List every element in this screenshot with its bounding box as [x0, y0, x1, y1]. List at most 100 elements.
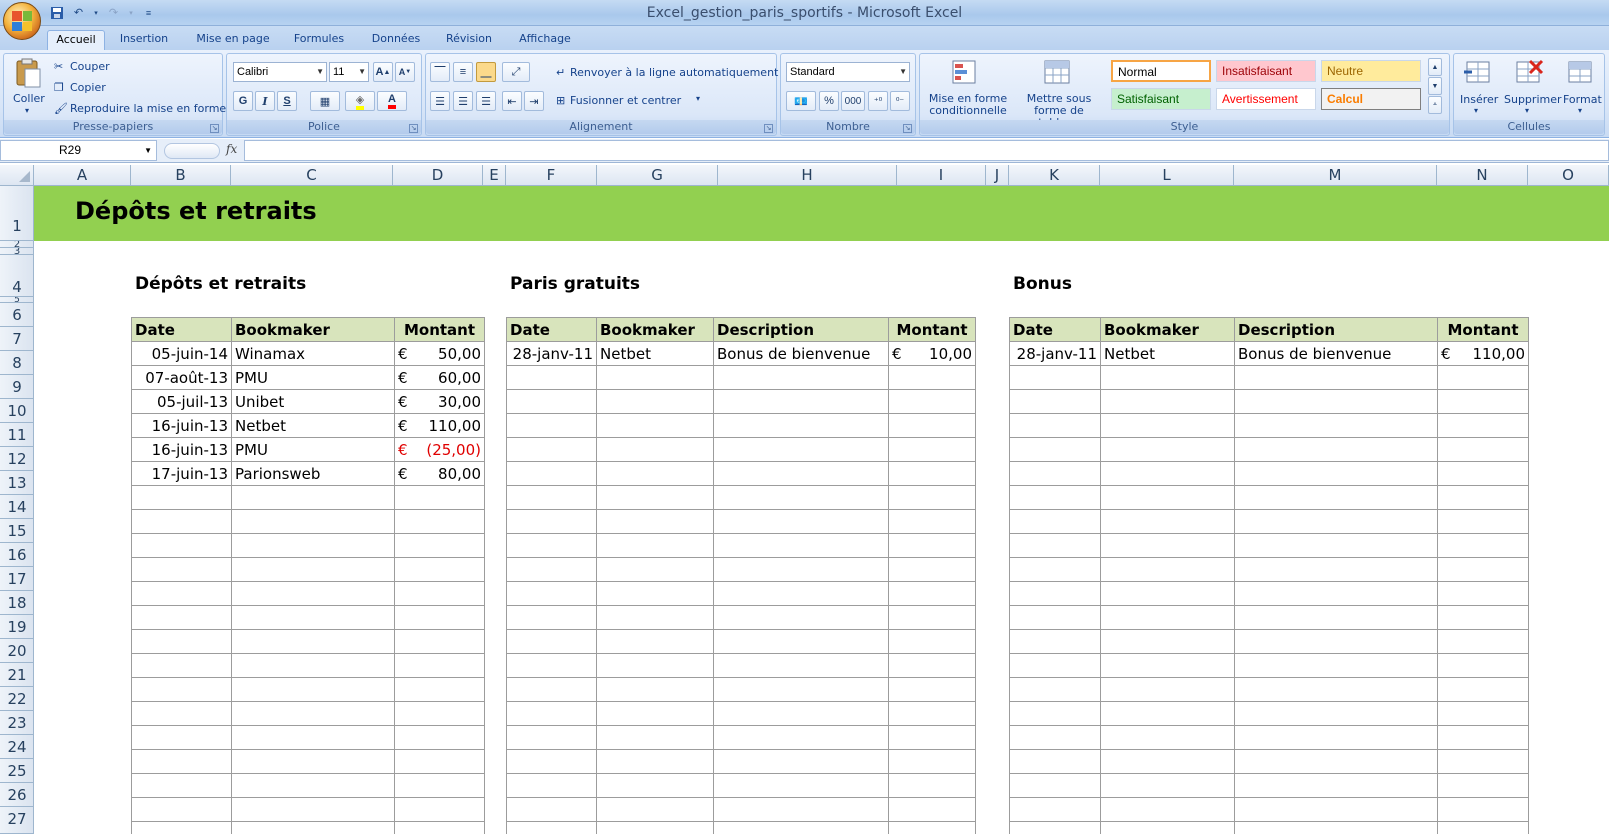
empty-cell[interactable]: [131, 629, 232, 654]
amount-cell[interactable]: €10,00: [888, 341, 976, 366]
empty-cell[interactable]: [1437, 557, 1529, 582]
amount-cell[interactable]: €80,00: [394, 461, 485, 486]
empty-cell[interactable]: [1437, 533, 1529, 558]
empty-cell[interactable]: [713, 533, 889, 558]
empty-cell[interactable]: [506, 437, 597, 462]
empty-cell[interactable]: [1009, 533, 1101, 558]
empty-cell[interactable]: [1234, 821, 1438, 834]
row-header[interactable]: 2: [0, 241, 34, 248]
empty-cell[interactable]: [231, 725, 395, 750]
empty-cell[interactable]: [1100, 773, 1235, 798]
empty-cell[interactable]: [1009, 653, 1101, 678]
empty-cell[interactable]: [1100, 701, 1235, 726]
empty-cell[interactable]: [888, 437, 976, 462]
empty-cell[interactable]: [131, 581, 232, 606]
header-description[interactable]: Description: [1234, 317, 1438, 342]
empty-cell[interactable]: [131, 677, 232, 702]
date-cell[interactable]: 05-juin-14: [131, 341, 232, 366]
office-button[interactable]: [3, 2, 41, 40]
empty-cell[interactable]: [506, 677, 597, 702]
empty-cell[interactable]: [506, 725, 597, 750]
merge-center-button[interactable]: Fusionner et centrer: [570, 94, 681, 107]
empty-cell[interactable]: [1234, 413, 1438, 438]
underline-button[interactable]: S: [277, 91, 297, 111]
empty-cell[interactable]: [713, 509, 889, 534]
empty-cell[interactable]: [596, 653, 714, 678]
empty-cell[interactable]: [394, 701, 485, 726]
empty-cell[interactable]: [394, 797, 485, 822]
empty-cell[interactable]: [1234, 509, 1438, 534]
description-cell[interactable]: Bonus de bienvenue: [1234, 341, 1438, 366]
font-name-select[interactable]: Calibri ▼: [233, 62, 327, 82]
empty-cell[interactable]: [1009, 557, 1101, 582]
row-header[interactable]: 27: [0, 807, 34, 834]
empty-cell[interactable]: [1100, 605, 1235, 630]
empty-cell[interactable]: [394, 533, 485, 558]
column-header[interactable]: M: [1234, 165, 1437, 185]
empty-cell[interactable]: [1100, 581, 1235, 606]
tab-revision[interactable]: Révision: [438, 30, 500, 50]
empty-cell[interactable]: [506, 605, 597, 630]
empty-cell[interactable]: [506, 389, 597, 414]
empty-cell[interactable]: [1437, 605, 1529, 630]
empty-cell[interactable]: [394, 605, 485, 630]
bookmaker-cell[interactable]: Parionsweb: [231, 461, 395, 486]
row-header[interactable]: 10: [0, 399, 34, 423]
empty-cell[interactable]: [1234, 365, 1438, 390]
row-header[interactable]: 16: [0, 543, 34, 567]
grow-font-button[interactable]: A ▲: [373, 62, 393, 82]
column-header[interactable]: B: [131, 165, 231, 185]
bookmaker-cell[interactable]: Netbet: [1100, 341, 1235, 366]
empty-cell[interactable]: [131, 485, 232, 510]
row-header[interactable]: 7: [0, 327, 34, 351]
date-cell[interactable]: 17-juin-13: [131, 461, 232, 486]
empty-cell[interactable]: [1437, 701, 1529, 726]
bookmaker-cell[interactable]: Netbet: [596, 341, 714, 366]
format-as-table-icon[interactable]: [1042, 57, 1072, 89]
format-cells-icon[interactable]: [1566, 57, 1596, 89]
insert-cells-icon[interactable]: [1464, 57, 1494, 89]
empty-cell[interactable]: [888, 797, 976, 822]
decrease-decimal-icon[interactable]: ⁰⁻: [890, 91, 910, 111]
empty-cell[interactable]: [596, 365, 714, 390]
column-header[interactable]: K: [1009, 165, 1100, 185]
header-bookmaker[interactable]: Bookmaker: [596, 317, 714, 342]
italic-button[interactable]: I: [255, 91, 275, 111]
style-normal[interactable]: Normal: [1111, 60, 1211, 82]
empty-cell[interactable]: [888, 461, 976, 486]
empty-cell[interactable]: [1437, 773, 1529, 798]
tab-accueil[interactable]: Accueil: [47, 30, 105, 50]
empty-cell[interactable]: [131, 605, 232, 630]
empty-cell[interactable]: [713, 389, 889, 414]
empty-cell[interactable]: [231, 773, 395, 798]
empty-cell[interactable]: [506, 557, 597, 582]
empty-cell[interactable]: [713, 413, 889, 438]
font-launcher-icon[interactable]: ↘: [409, 124, 418, 133]
empty-cell[interactable]: [394, 677, 485, 702]
empty-cell[interactable]: [394, 725, 485, 750]
insert-dropdown-icon[interactable]: ▾: [1474, 106, 1478, 115]
empty-cell[interactable]: [888, 653, 976, 678]
empty-cell[interactable]: [1100, 797, 1235, 822]
insert-button[interactable]: Insérer: [1460, 93, 1498, 106]
delete-dropdown-icon[interactable]: ▾: [1525, 106, 1529, 115]
empty-cell[interactable]: [131, 773, 232, 798]
tab-insertion[interactable]: Insertion: [112, 30, 176, 50]
bold-button[interactable]: G: [233, 91, 253, 111]
empty-cell[interactable]: [713, 797, 889, 822]
row-header[interactable]: 13: [0, 471, 34, 495]
empty-cell[interactable]: [1234, 533, 1438, 558]
empty-cell[interactable]: [888, 821, 976, 834]
number-format-select[interactable]: Standard ▼: [786, 62, 910, 82]
conditional-formatting-icon[interactable]: [950, 57, 980, 89]
cut-button[interactable]: Couper: [70, 60, 110, 73]
empty-cell[interactable]: [713, 821, 889, 834]
merge-dropdown-icon[interactable]: ▾: [696, 94, 700, 103]
empty-cell[interactable]: [1437, 749, 1529, 774]
empty-cell[interactable]: [1437, 677, 1529, 702]
tab-formules[interactable]: Formules: [285, 30, 353, 50]
empty-cell[interactable]: [506, 653, 597, 678]
empty-cell[interactable]: [596, 821, 714, 834]
paste-dropdown-icon[interactable]: ▾: [25, 106, 29, 115]
row-header[interactable]: 3: [0, 248, 34, 255]
